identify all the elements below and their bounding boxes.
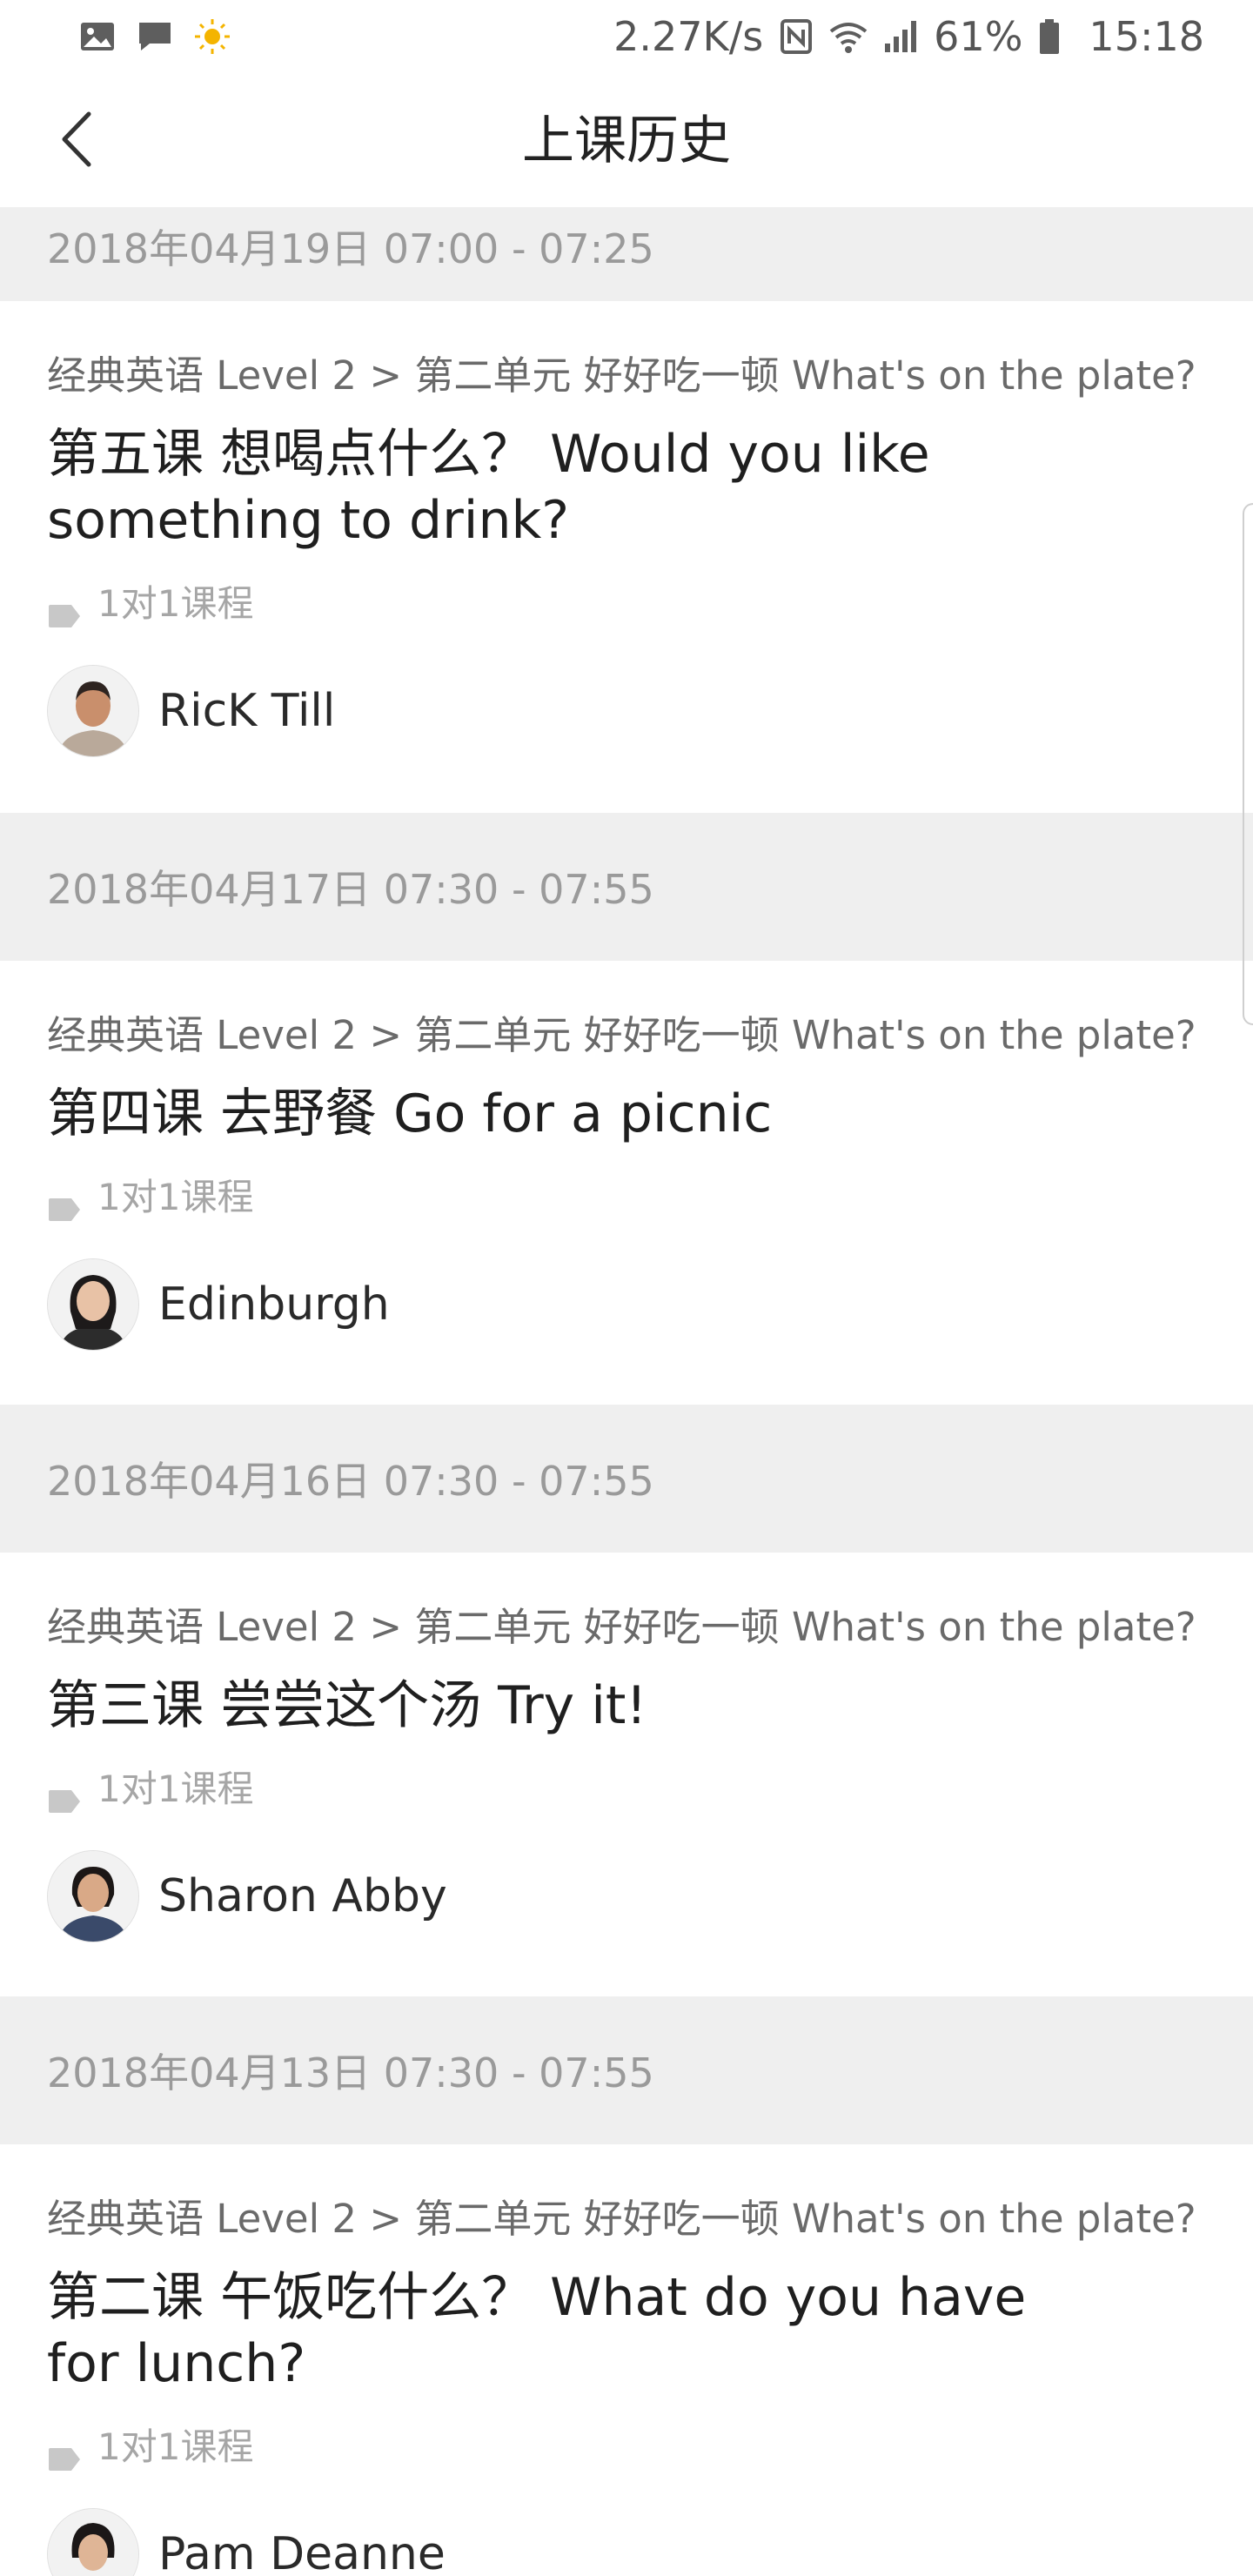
lesson-card[interactable]: 经典英语 Level 2 > 第二单元 好好吃一顿 What's on the … xyxy=(0,1553,1253,1996)
teacher-row: Sharon Abby xyxy=(47,1850,1206,1972)
gallery-icon xyxy=(78,17,117,56)
page-title: 上课历史 xyxy=(522,111,731,171)
course-type: 1对1课程 xyxy=(47,2421,1206,2473)
teacher-row: Pam Deanne xyxy=(47,2508,1206,2576)
course-type: 1对1课程 xyxy=(47,1763,1206,1815)
network-speed: 2.27K/s xyxy=(613,13,764,60)
teacher-avatar xyxy=(47,1258,139,1351)
lesson-title: 第三课 尝尝这个汤 Try it! xyxy=(47,1675,647,1736)
nav-bar: 上课历史 xyxy=(0,73,1253,208)
course-path: 经典英语 Level 2 > 第二单元 好好吃一顿 What's on the … xyxy=(47,1012,1196,1058)
date-header: 2018年04月16日 07:30 - 07:55 xyxy=(0,1405,1253,1553)
tag-icon xyxy=(47,2434,82,2471)
battery-percent: 61% xyxy=(934,13,1023,60)
date-header: 2018年04月17日 07:30 - 07:55 xyxy=(0,813,1253,961)
lesson-card[interactable]: 经典英语 Level 2 > 第二单元 好好吃一顿 What's on the … xyxy=(0,301,1253,813)
teacher-name: Edinburgh xyxy=(158,1278,390,1331)
tag-icon xyxy=(47,1184,82,1221)
lesson-card[interactable]: 经典英语 Level 2 > 第二单元 好好吃一顿 What's on the … xyxy=(0,2144,1253,2576)
scrollbar[interactable] xyxy=(1243,503,1253,1025)
signal-icon xyxy=(881,17,920,56)
teacher-avatar xyxy=(47,665,139,757)
course-type-label: 1对1课程 xyxy=(97,582,254,625)
course-path: 经典英语 Level 2 > 第二单元 好好吃一顿 What's on the … xyxy=(47,2196,1196,2242)
tag-icon xyxy=(47,1776,82,1813)
lesson-card[interactable]: 经典英语 Level 2 > 第二单元 好好吃一顿 What's on the … xyxy=(0,961,1253,1405)
clock: 15:18 xyxy=(1089,13,1204,60)
course-path: 经典英语 Level 2 > 第二单元 好好吃一顿 What's on the … xyxy=(47,352,1196,399)
tag-icon xyxy=(47,591,82,627)
battery-icon xyxy=(1036,17,1075,56)
screen: 2.27K/s 61% 15:18 上课历史 2018年04月19日 07:00… xyxy=(0,0,1253,2576)
teacher-avatar xyxy=(47,2508,139,2576)
course-type-label: 1对1课程 xyxy=(97,1768,254,1810)
sun-icon xyxy=(193,17,231,56)
teacher-name: Pam Deanne xyxy=(158,2528,446,2576)
date-header: 2018年04月19日 07:00 - 07:25 xyxy=(0,207,1253,301)
wifi-icon xyxy=(829,17,868,56)
teacher-avatar xyxy=(47,1850,139,1942)
lesson-title: 第二课 午饭吃什么？ What do you have for lunch? xyxy=(47,2267,1027,2394)
course-type: 1对1课程 xyxy=(47,1171,1206,1224)
lesson-title: 第四课 去野餐 Go for a picnic xyxy=(47,1083,773,1144)
course-path: 经典英语 Level 2 > 第二单元 好好吃一顿 What's on the … xyxy=(47,1604,1196,1650)
date-header: 2018年04月13日 07:30 - 07:55 xyxy=(0,1996,1253,2144)
status-left-icons xyxy=(78,17,231,56)
teacher-row: RicK Till xyxy=(47,665,1206,787)
lesson-history-list[interactable]: 2018年04月19日 07:00 - 07:25 经典英语 Level 2 >… xyxy=(0,207,1253,2576)
teacher-name: RicK Till xyxy=(158,685,336,737)
lesson-title: 第五课 想喝点什么？ Would you like something to d… xyxy=(47,424,930,551)
status-bar: 2.27K/s 61% 15:18 xyxy=(0,0,1253,73)
nfc-icon xyxy=(777,17,815,56)
teacher-name: Sharon Abby xyxy=(158,1870,447,1922)
status-right: 2.27K/s 61% 15:18 xyxy=(613,17,1204,57)
course-type: 1对1课程 xyxy=(47,578,1206,630)
course-type-label: 1对1课程 xyxy=(97,1176,254,1218)
course-type-label: 1对1课程 xyxy=(97,2425,254,2468)
teacher-row: Edinburgh xyxy=(47,1258,1206,1380)
message-icon xyxy=(136,17,174,56)
